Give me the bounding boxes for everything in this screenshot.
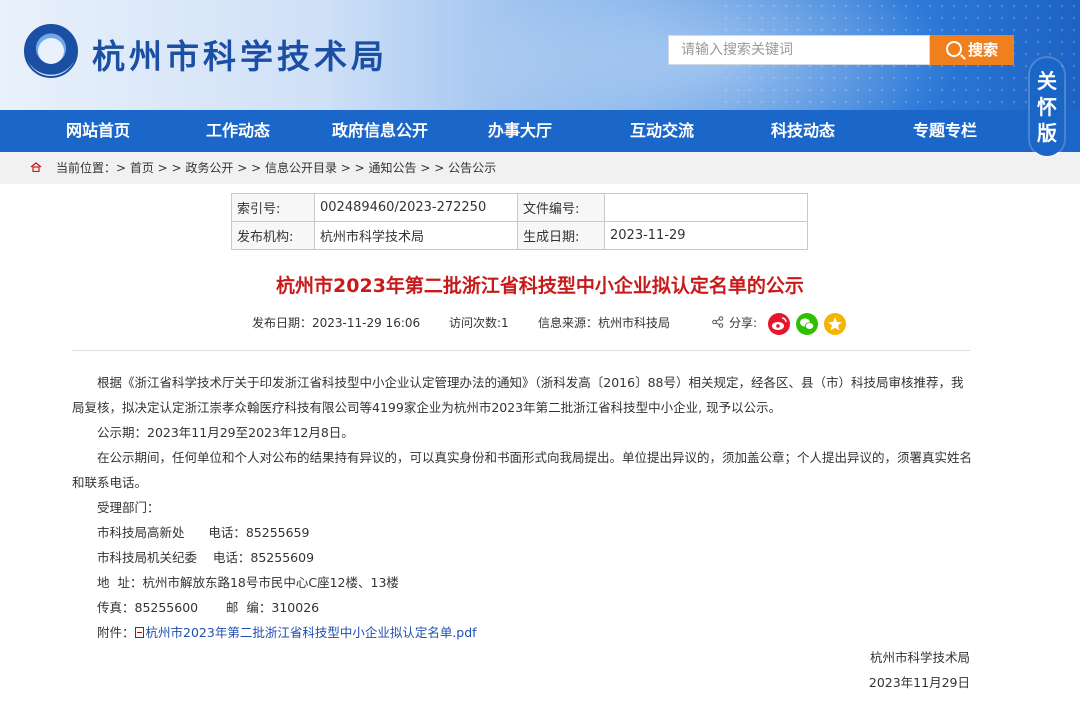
site-logo-icon[interactable] bbox=[24, 24, 78, 78]
nav-service-hall[interactable]: 办事大厅 bbox=[470, 110, 570, 152]
nav-gov-info[interactable]: 政府信息公开 bbox=[320, 110, 440, 152]
nav-interaction[interactable]: 互动交流 bbox=[612, 110, 712, 152]
attachment-row: 附件： 杭州市2023年第二批浙江省科技型中小企业拟认定名单.pdf bbox=[97, 622, 477, 641]
address: 地 址：杭州市解放东路18号市民中心C座12楼、13楼 bbox=[97, 575, 399, 590]
file-no-label: 文件编号: bbox=[517, 193, 605, 222]
index-value: 002489460/2023-272250 bbox=[314, 193, 518, 222]
nav-tech-news[interactable]: 科技动态 bbox=[753, 110, 853, 152]
date-label: 生成日期: bbox=[517, 221, 605, 250]
sign-date: 2023年11月29日 bbox=[868, 675, 970, 690]
info-table: 索引号: 002489460/2023-272250 文件编号: 发布机构: 杭… bbox=[231, 193, 808, 250]
para1-line2: 局复核，拟决定认定浙江崇孝众翰医疗科技有限公司等4199家企业为杭州市2023年… bbox=[72, 400, 782, 415]
index-label: 索引号: bbox=[231, 193, 315, 222]
breadcrumb-text[interactable]: 当前位置：> 首页 > > 政务公开 > > 信息公开目录 > > 通知公告 >… bbox=[56, 152, 496, 184]
para3-line1: 在公示期间，任何单位和个人对公布的结果持有异议的，可以真实身份和书面形式向我局提… bbox=[97, 450, 973, 465]
share-label: 分享: bbox=[729, 316, 758, 330]
nav-special[interactable]: 专题专栏 bbox=[895, 110, 995, 152]
nav-work-news[interactable]: 工作动态 bbox=[188, 110, 288, 152]
share-icon bbox=[712, 316, 724, 328]
info-source: 信息来源：杭州市科技局 bbox=[538, 316, 671, 330]
search-button-label: 搜索 bbox=[967, 41, 998, 59]
signer: 杭州市科学技术局 bbox=[869, 650, 970, 665]
fax-postcode: 传真：85255600 邮 编：310026 bbox=[97, 600, 320, 615]
file-no-value bbox=[604, 193, 808, 222]
qzone-icon[interactable] bbox=[824, 313, 846, 335]
search-button[interactable]: 搜索 bbox=[930, 35, 1014, 65]
para3-line2: 和联系电话。 bbox=[72, 475, 148, 490]
site-title[interactable]: 杭州市科学技术局 bbox=[92, 30, 388, 78]
publisher-value: 杭州市科学技术局 bbox=[314, 221, 518, 250]
date-value: 2023-11-29 bbox=[604, 221, 808, 250]
publish-date: 发布日期：2023-11-29 16:06 bbox=[252, 316, 421, 330]
care-char: 关 bbox=[1037, 69, 1057, 93]
care-char: 版 bbox=[1037, 121, 1057, 145]
weibo-icon[interactable] bbox=[768, 313, 790, 335]
divider bbox=[72, 350, 970, 351]
breadcrumb: 当前位置：> 首页 > > 政务公开 > > 信息公开目录 > > 通知公告 >… bbox=[0, 152, 1080, 184]
pdf-icon bbox=[134, 627, 144, 638]
dept-label: 受理部门： bbox=[97, 500, 160, 515]
wechat-icon[interactable] bbox=[796, 313, 818, 335]
article-title: 杭州市2023年第二批浙江省科技型中小企业拟认定名单的公示 bbox=[276, 275, 804, 297]
dept1: 市科技局高新处 电话：85255659 bbox=[97, 525, 310, 540]
nav-home[interactable]: 网站首页 bbox=[48, 110, 148, 152]
dept2: 市科技局机关纪委 电话：85255609 bbox=[97, 550, 315, 565]
attachment-link[interactable]: 杭州市2023年第二批浙江省科技型中小企业拟认定名单.pdf bbox=[146, 625, 477, 640]
para1-line1: 根据《浙江省科学技术厅关于印发浙江省科技型中小企业认定管理办法的通知》（浙科发高… bbox=[97, 375, 964, 390]
header-banner: 杭州市科学技术局 请输入搜索关键词 搜索 bbox=[0, 0, 1080, 110]
publisher-label: 发布机构: bbox=[231, 221, 315, 250]
publicity-period: 公示期：2023年11月29至2023年12月8日。 bbox=[97, 425, 354, 440]
attachment-label: 附件： bbox=[97, 625, 135, 640]
main-nav: 网站首页 工作动态 政府信息公开 办事大厅 互动交流 科技动态 专题专栏 bbox=[0, 110, 1080, 152]
visit-count: 访问次数:1 bbox=[449, 316, 509, 330]
care-mode-button[interactable]: 关 怀 版 bbox=[1030, 58, 1064, 156]
search-icon bbox=[945, 41, 962, 57]
home-icon bbox=[30, 162, 42, 172]
care-char: 怀 bbox=[1037, 95, 1057, 119]
search-input[interactable]: 请输入搜索关键词 bbox=[668, 35, 930, 65]
